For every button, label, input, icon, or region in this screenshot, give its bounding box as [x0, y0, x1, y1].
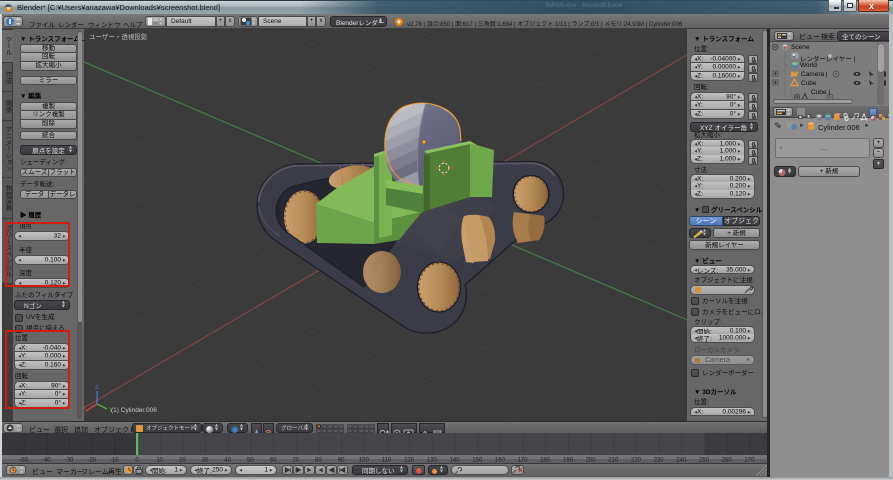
svg-text:z: z [95, 385, 98, 391]
